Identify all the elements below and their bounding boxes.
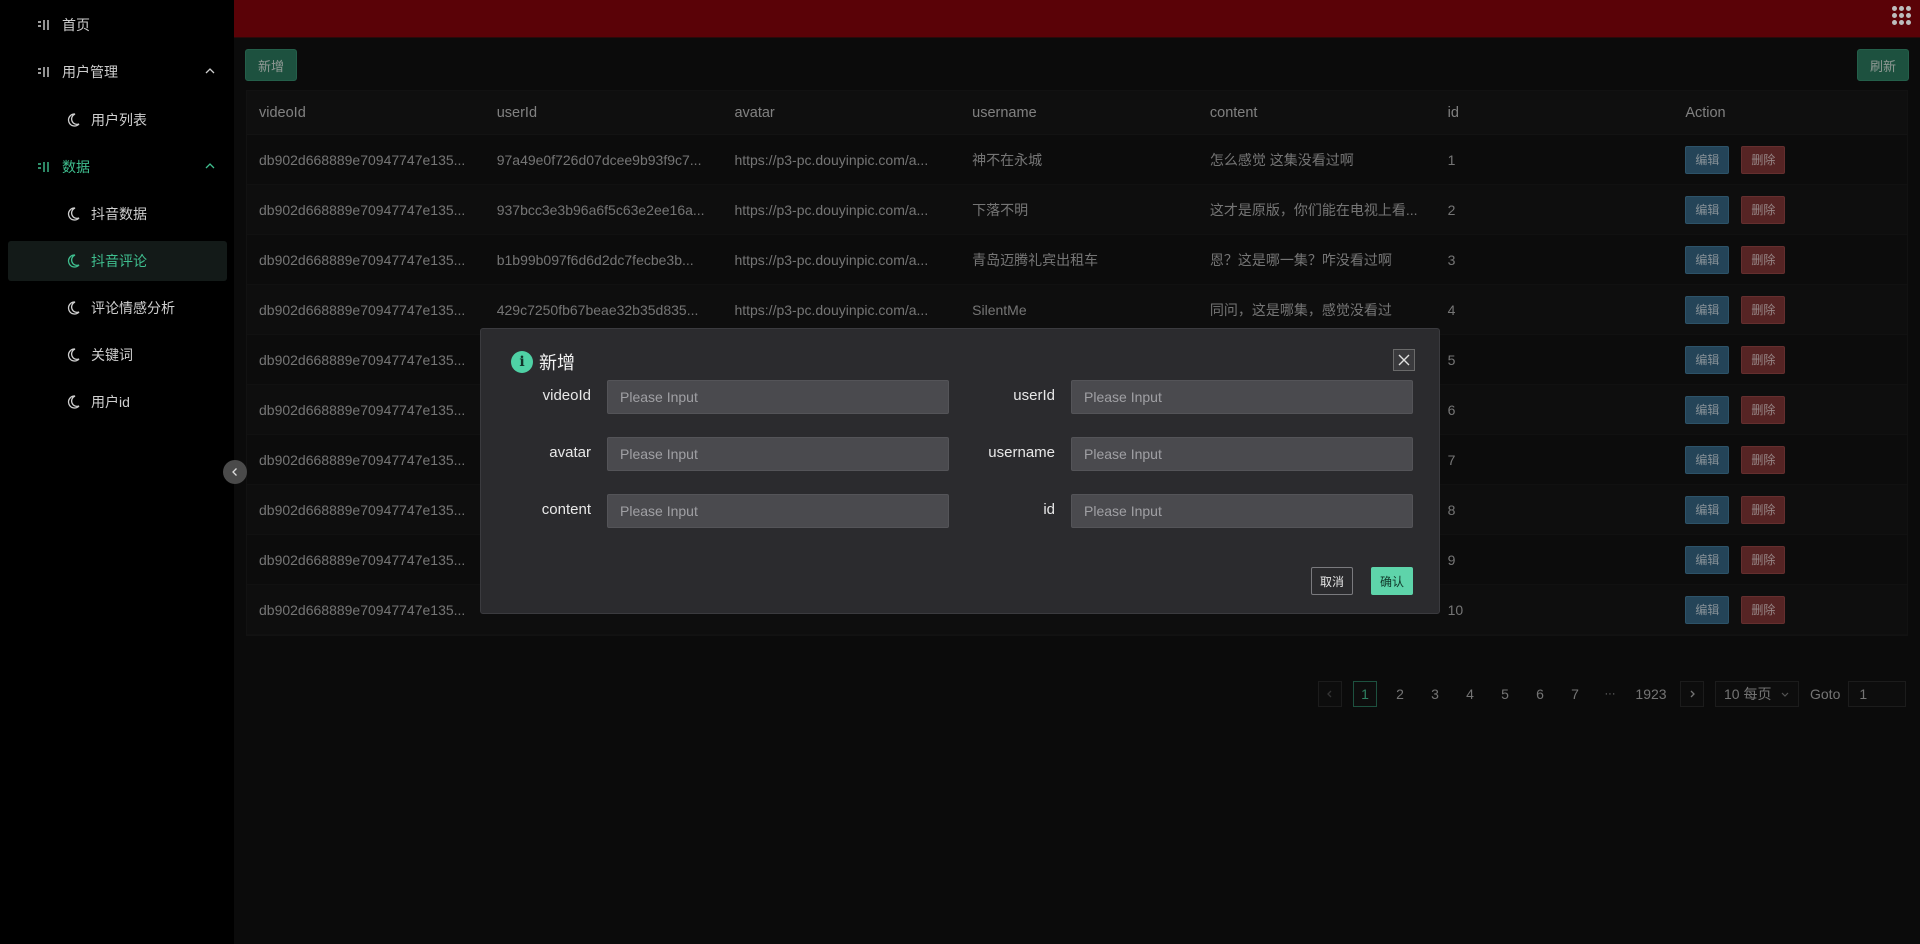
moon-icon (64, 111, 82, 129)
content-label: content (541, 501, 591, 518)
moon-icon (64, 205, 82, 223)
userid-label: userId (1013, 387, 1055, 404)
sidebar-item-data[interactable]: 数据 (8, 147, 227, 187)
sidebar-item-douyin-comments[interactable]: 抖音评论 (8, 241, 227, 281)
id-label: id (1043, 501, 1055, 518)
sidebar-item-label: 用户id (91, 394, 130, 410)
sidebar-item-label: 关键词 (91, 347, 133, 363)
videoid-label: videoId (542, 387, 591, 404)
moon-icon (64, 346, 82, 364)
close-icon (1398, 354, 1410, 366)
menu-glyph-icon (35, 158, 53, 176)
sidebar-item-label: 抖音评论 (91, 253, 147, 269)
sidebar: 首页 用户管理 用户列表 数据 抖音数据 抖音评论 评论情感分析 关键词 用户i… (0, 0, 234, 944)
sidebar-item-douyin-data[interactable]: 抖音数据 (8, 194, 227, 234)
modal-title: i 新增 (511, 349, 575, 375)
moon-icon (64, 393, 82, 411)
modal-title-text: 新增 (539, 353, 575, 374)
avatar-input[interactable] (607, 437, 949, 471)
cancel-button[interactable]: 取消 (1310, 567, 1353, 595)
sidebar-item-label: 首页 (62, 17, 90, 33)
add-modal: i 新增 videoId userId avatar username cont… (480, 328, 1440, 614)
sidebar-item-home[interactable]: 首页 (8, 5, 227, 45)
apps-grid-icon[interactable] (1892, 6, 1912, 26)
menu-glyph-icon (35, 16, 53, 34)
close-button[interactable] (1393, 349, 1415, 371)
sidebar-item-sentiment-analysis[interactable]: 评论情感分析 (8, 288, 227, 328)
userid-input[interactable] (1071, 380, 1413, 414)
content-input[interactable] (607, 494, 949, 528)
chevron-up-icon (205, 163, 215, 169)
moon-icon (64, 252, 82, 270)
sidebar-item-user-id[interactable]: 用户id (8, 382, 227, 422)
sidebar-item-label: 抖音数据 (91, 206, 147, 222)
videoid-input[interactable] (607, 380, 949, 414)
chevron-left-icon (232, 468, 237, 476)
username-input[interactable] (1071, 437, 1413, 471)
sidebar-item-label: 评论情感分析 (91, 300, 175, 316)
moon-icon (64, 299, 82, 317)
avatar-label: avatar (549, 444, 591, 461)
sidebar-item-user-list[interactable]: 用户列表 (8, 100, 227, 140)
sidebar-item-label: 用户管理 (62, 64, 118, 80)
top-header (234, 0, 1920, 38)
menu-glyph-icon (35, 63, 53, 81)
sidebar-item-label: 用户列表 (91, 112, 147, 128)
sidebar-item-label: 数据 (62, 159, 90, 175)
username-label: username (988, 444, 1055, 461)
sidebar-item-keywords[interactable]: 关键词 (8, 335, 227, 375)
info-icon: i (511, 351, 533, 373)
chevron-up-icon (205, 68, 215, 74)
id-input[interactable] (1071, 494, 1413, 528)
confirm-button[interactable]: 确认 (1370, 567, 1413, 595)
sidebar-collapse-button[interactable] (223, 460, 247, 484)
sidebar-item-user-management[interactable]: 用户管理 (8, 52, 227, 92)
